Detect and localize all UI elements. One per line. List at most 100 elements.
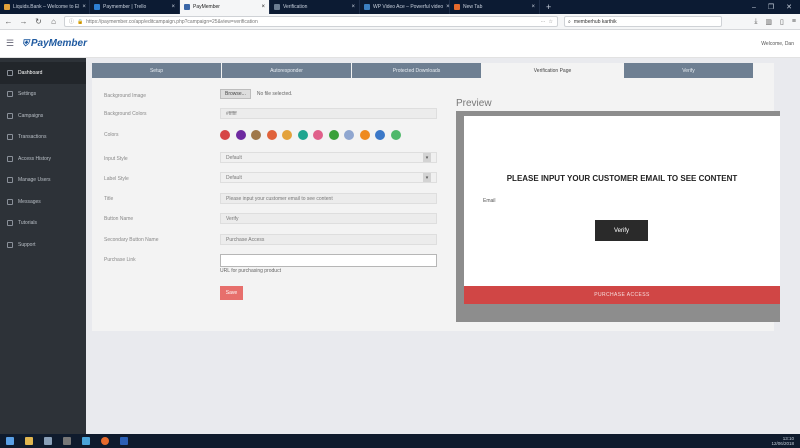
- favicon-icon: [454, 4, 460, 10]
- close-tab-icon[interactable]: ×: [82, 4, 86, 10]
- welcome-menu[interactable]: Welcome, Dan: [761, 41, 794, 47]
- search-bar[interactable]: ⌕ memberhub karthik: [564, 16, 722, 27]
- color-swatch[interactable]: [282, 130, 292, 140]
- input-style-select[interactable]: Default ▾: [220, 152, 437, 163]
- windows-start-icon[interactable]: [6, 437, 14, 445]
- button-name-input[interactable]: Verify: [220, 213, 437, 224]
- browser-tab[interactable]: Liquids.Bank – Welcome to El ×: [0, 0, 90, 14]
- forward-icon[interactable]: →: [19, 17, 28, 26]
- browser-tab-label: Liquids.Bank – Welcome to El: [13, 4, 80, 10]
- sidebar-item-label: Support: [18, 241, 36, 248]
- color-swatch[interactable]: [390, 130, 401, 140]
- input-style-value: Default: [226, 154, 242, 161]
- tutorials-icon: [7, 220, 13, 227]
- search-input[interactable]: memberhub karthik: [574, 19, 617, 25]
- url-bar[interactable]: ⓘ 🔒 https://paymember.co/app/editcampaig…: [64, 16, 558, 27]
- background-colors-value: #ffffff: [226, 110, 237, 117]
- sidebar-item-messages[interactable]: Messages: [0, 191, 86, 213]
- purchase-link-label: Purchase Link: [104, 257, 136, 263]
- lock-icon: 🔒: [77, 18, 84, 25]
- save-button[interactable]: Save: [220, 286, 243, 300]
- background-colors-input[interactable]: #ffffff: [220, 108, 437, 119]
- color-swatch[interactable]: [359, 130, 370, 140]
- file-explorer-icon[interactable]: [25, 437, 33, 445]
- tab-setup[interactable]: Setup: [92, 63, 222, 78]
- purchase-link-input[interactable]: [220, 254, 437, 267]
- window-controls: – ❐ ✕: [752, 0, 800, 14]
- close-tab-icon[interactable]: ×: [351, 4, 355, 10]
- back-icon[interactable]: ←: [4, 17, 13, 26]
- color-swatch[interactable]: [235, 130, 246, 140]
- color-swatch[interactable]: [297, 130, 308, 140]
- browser-tab[interactable]: Verification ×: [270, 0, 360, 14]
- color-swatch[interactable]: [220, 130, 230, 140]
- title-input[interactable]: Please input your customer email to see …: [220, 193, 437, 204]
- url-text: https://paymember.co/app/editcampaign.ph…: [86, 18, 258, 25]
- color-swatch[interactable]: [313, 130, 323, 140]
- firefox-icon[interactable]: [101, 437, 109, 445]
- tab-protected-downloads[interactable]: Protected Downloads: [352, 63, 482, 78]
- button-name-value: Verify: [226, 215, 239, 222]
- browser-tab[interactable]: New Tab ×: [450, 0, 540, 14]
- color-swatch[interactable]: [266, 130, 277, 140]
- browser-tab[interactable]: Paymember | Trello ×: [90, 0, 180, 14]
- app-icon[interactable]: [63, 437, 71, 445]
- close-window-icon[interactable]: ✕: [786, 3, 792, 11]
- browse-button[interactable]: Browse...: [220, 89, 251, 99]
- sidebar-item-manage-users[interactable]: Manage Users: [0, 170, 86, 192]
- secondary-button-input[interactable]: Purchase Access: [220, 234, 437, 245]
- minimize-icon[interactable]: –: [752, 4, 756, 11]
- sidebar-item-support[interactable]: Support: [0, 234, 86, 256]
- transactions-icon: [7, 134, 13, 141]
- logo[interactable]: ⛨ PayMember: [22, 38, 87, 49]
- download-icon[interactable]: ⤓: [754, 18, 757, 26]
- app-header: ☰ ⛨ PayMember Welcome, Dan: [0, 30, 800, 58]
- close-tab-icon[interactable]: ×: [531, 4, 535, 10]
- browser-tab-label: New Tab: [463, 4, 483, 10]
- bookmark-star-icon[interactable]: ☆: [549, 19, 553, 25]
- no-file-text: No file selected.: [256, 91, 293, 97]
- preview-purchase-button[interactable]: PURCHASE ACCESS: [464, 286, 780, 304]
- info-icon[interactable]: ⓘ: [69, 18, 74, 25]
- sidebar-item-settings[interactable]: Settings: [0, 84, 86, 106]
- manage-users-icon: [7, 177, 13, 184]
- browser-tab[interactable]: WP Video Ace – Powerful video ×: [360, 0, 450, 14]
- sidebar-item-campaigns[interactable]: Campaigns: [0, 105, 86, 127]
- color-swatch[interactable]: [375, 130, 385, 140]
- preview-title: Preview: [456, 98, 492, 109]
- sidebar-item-access-history[interactable]: Access History: [0, 148, 86, 170]
- restore-icon[interactable]: ❐: [768, 3, 774, 11]
- close-tab-icon[interactable]: ×: [171, 4, 175, 10]
- settings-icon: [7, 91, 13, 98]
- color-swatch[interactable]: [344, 130, 354, 140]
- sidebar-item-tutorials[interactable]: Tutorials: [0, 213, 86, 235]
- label-style-select[interactable]: Default ▾: [220, 172, 437, 183]
- browser-nav-bar: ← → ↻ ⌂ ⓘ 🔒 https://paymember.co/app/edi…: [0, 14, 800, 30]
- page-actions-icon[interactable]: ···: [541, 19, 546, 25]
- sidebar-icon[interactable]: ▯: [780, 18, 784, 26]
- hamburger-icon[interactable]: ☰: [6, 38, 14, 49]
- browser-tab[interactable]: PayMember ×: [180, 0, 270, 14]
- close-tab-icon[interactable]: ×: [261, 4, 265, 10]
- word-icon[interactable]: [120, 437, 128, 445]
- new-tab-icon[interactable]: +: [540, 0, 557, 14]
- tab-verification-page[interactable]: Verification Page: [482, 63, 624, 78]
- sidebar-item-transactions[interactable]: Transactions: [0, 127, 86, 149]
- bird-app-icon[interactable]: [82, 437, 90, 445]
- preview-verify-button[interactable]: Verify: [595, 220, 648, 241]
- sidebar-item-dashboard[interactable]: Dashboard: [0, 62, 86, 84]
- sidebar-list: Dashboard Settings Campaigns Transactions Ac…: [0, 62, 86, 256]
- calendar-icon[interactable]: [44, 437, 52, 445]
- reload-icon[interactable]: ↻: [34, 17, 43, 26]
- tab-verify[interactable]: Verify: [624, 63, 754, 78]
- color-swatch[interactable]: [328, 130, 339, 140]
- system-clock[interactable]: 13:10 12/06/2018: [771, 436, 794, 446]
- menu-icon[interactable]: ≡: [792, 18, 796, 26]
- background-colors-label: Background Colors: [104, 111, 147, 117]
- favicon-icon: [94, 4, 100, 10]
- tab-autoresponder[interactable]: Autoresponder: [222, 63, 352, 78]
- color-swatch[interactable]: [251, 130, 261, 140]
- home-icon[interactable]: ⌂: [49, 17, 58, 26]
- library-icon[interactable]: ▥: [765, 18, 772, 26]
- label-style-value: Default: [226, 174, 242, 181]
